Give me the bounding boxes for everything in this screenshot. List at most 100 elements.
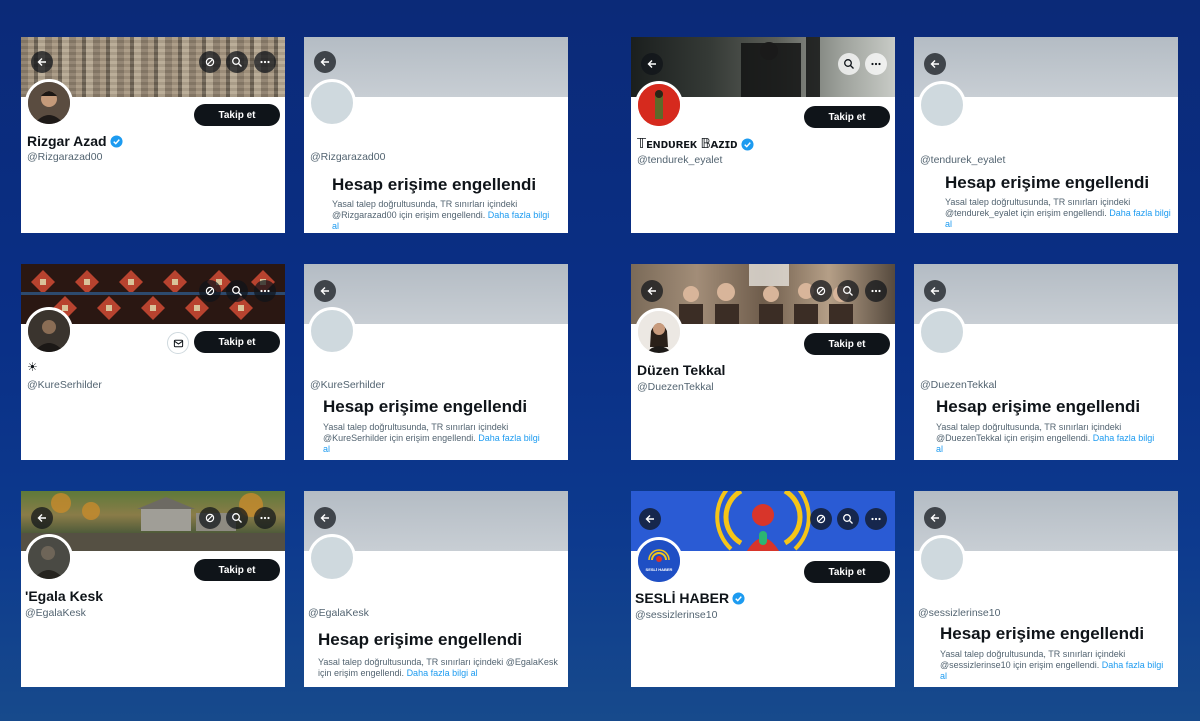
message-icon[interactable] bbox=[167, 332, 189, 354]
profile-card-duezen-tekkal: Takip et Düzen Tekkal @DuezenTekkal bbox=[631, 264, 895, 460]
profile-name: ☀ bbox=[27, 360, 38, 374]
profile-card-egala-kesk: Takip et 'Egala Kesk @EgalaKesk bbox=[21, 491, 285, 687]
blocked-card: @EgalaKesk Hesap erişime engellendi Yasa… bbox=[304, 491, 568, 687]
profile-handle: @KureSerhilder bbox=[27, 379, 102, 391]
back-arrow-icon[interactable] bbox=[641, 53, 663, 75]
search-icon[interactable] bbox=[838, 53, 860, 75]
blocked-title: Hesap erişime engellendi bbox=[940, 624, 1145, 643]
profile-handle: @EgalaKesk bbox=[308, 607, 369, 619]
follow-button[interactable]: Takip et bbox=[194, 104, 280, 126]
grok-icon[interactable] bbox=[199, 507, 221, 529]
avatar[interactable] bbox=[25, 307, 73, 355]
more-icon[interactable] bbox=[254, 280, 276, 302]
back-arrow-icon[interactable] bbox=[314, 51, 336, 73]
search-icon[interactable] bbox=[837, 508, 859, 530]
blocked-message: Yasal talep doğrultusunda, TR sınırları … bbox=[323, 422, 549, 455]
verified-badge-icon bbox=[110, 134, 123, 148]
back-arrow-icon[interactable] bbox=[639, 508, 661, 530]
grok-icon[interactable] bbox=[199, 51, 221, 73]
display-name: 'Egala Kesk bbox=[25, 588, 104, 604]
avatar[interactable]: SESLİ HABER bbox=[635, 537, 683, 585]
blocked-text: Yasal talep doğrultusunda, TR sınırları … bbox=[945, 197, 1131, 218]
profile-handle: @sessizlerinse10 bbox=[918, 607, 1001, 619]
blocked-title: Hesap erişime engellendi bbox=[323, 397, 528, 416]
back-arrow-icon[interactable] bbox=[31, 507, 53, 529]
avatar[interactable] bbox=[25, 79, 73, 127]
blocked-message: Yasal talep doğrultusunda, TR sınırları … bbox=[945, 197, 1171, 230]
follow-button[interactable]: Takip et bbox=[194, 331, 280, 353]
back-arrow-icon[interactable] bbox=[924, 53, 946, 75]
grok-icon[interactable] bbox=[810, 280, 832, 302]
profile-card-kureserhilder: Takip et ☀ @KureSerhilder bbox=[21, 264, 285, 460]
profile-handle: @tendurek_eyalet bbox=[637, 154, 723, 166]
display-name: Rizgar Azad bbox=[27, 133, 107, 149]
blocked-title: Hesap erişime engellendi bbox=[318, 630, 523, 649]
blocked-card: @DuezenTekkal Hesap erişime engellendi Y… bbox=[914, 264, 1178, 460]
display-name: SESLİ HABER bbox=[635, 590, 730, 606]
follow-button[interactable]: Takip et bbox=[804, 106, 890, 128]
back-arrow-icon[interactable] bbox=[641, 280, 663, 302]
profile-name: 𝕋ᴇɴᴅᴜʀᴇᴋ 𝔹ᴀᴢɪᴅ bbox=[637, 136, 754, 152]
profile-name: Rizgar Azad bbox=[27, 133, 123, 149]
grok-icon[interactable] bbox=[810, 508, 832, 530]
search-icon[interactable] bbox=[226, 51, 248, 73]
avatar[interactable] bbox=[25, 534, 73, 582]
profile-card-sesli-haber: SESLİ HABER Takip et SESLİ HABER @sessiz… bbox=[631, 491, 895, 687]
blocked-card: @Rizgarazad00 Hesap erişime engellendi Y… bbox=[304, 37, 568, 233]
more-icon[interactable] bbox=[865, 280, 887, 302]
blocked-message: Yasal talep doğrultusunda, TR sınırları … bbox=[318, 657, 558, 679]
display-name: ☀ bbox=[27, 360, 38, 374]
profile-card-tendurek: Takip et 𝕋ᴇɴᴅᴜʀᴇᴋ 𝔹ᴀᴢɪᴅ @tendurek_eyalet bbox=[631, 37, 895, 233]
follow-button[interactable]: Takip et bbox=[804, 333, 890, 355]
display-name: 𝕋ᴇɴᴅᴜʀᴇᴋ 𝔹ᴀᴢɪᴅ bbox=[637, 136, 738, 151]
blocked-card: @KureSerhilder Hesap erişime engellendi … bbox=[304, 264, 568, 460]
profile-name: Düzen Tekkal bbox=[637, 362, 725, 378]
profile-name: SESLİ HABER bbox=[635, 590, 745, 606]
follow-button[interactable]: Takip et bbox=[804, 561, 890, 583]
blocked-card: @tendurek_eyalet Hesap erişime engellend… bbox=[914, 37, 1178, 233]
back-arrow-icon[interactable] bbox=[924, 507, 946, 529]
blocked-message: Yasal talep doğrultusunda, TR sınırları … bbox=[332, 199, 558, 232]
profile-handle: @KureSerhilder bbox=[310, 379, 385, 391]
blank-avatar bbox=[918, 81, 966, 129]
search-icon[interactable] bbox=[226, 280, 248, 302]
blocked-message: Yasal talep doğrultusunda, TR sınırları … bbox=[940, 649, 1166, 682]
more-icon[interactable] bbox=[865, 508, 887, 530]
blocked-title: Hesap erişime engellendi bbox=[945, 173, 1150, 192]
search-icon[interactable] bbox=[837, 280, 859, 302]
grok-icon[interactable] bbox=[199, 280, 221, 302]
blank-avatar bbox=[308, 79, 356, 127]
profile-handle: @EgalaKesk bbox=[25, 607, 86, 619]
profile-handle: @Rizgarazad00 bbox=[310, 151, 386, 163]
back-arrow-icon[interactable] bbox=[314, 507, 336, 529]
blocked-card: @sessizlerinse10 Hesap erişime engellend… bbox=[914, 491, 1178, 687]
more-icon[interactable] bbox=[254, 51, 276, 73]
profile-card-rizgar-azad: Takip et Rizgar Azad @Rizgarazad00 bbox=[21, 37, 285, 233]
back-arrow-icon[interactable] bbox=[31, 51, 53, 73]
blocked-message: Yasal talep doğrultusunda, TR sınırları … bbox=[936, 422, 1162, 455]
blank-avatar bbox=[918, 308, 966, 356]
verified-badge-icon bbox=[732, 591, 745, 605]
back-arrow-icon[interactable] bbox=[314, 280, 336, 302]
blocked-title: Hesap erişime engellendi bbox=[936, 397, 1141, 416]
profile-handle: @sessizlerinse10 bbox=[635, 609, 718, 621]
profile-name: 'Egala Kesk bbox=[25, 588, 103, 604]
profile-handle: @DuezenTekkal bbox=[637, 381, 714, 393]
follow-button[interactable]: Takip et bbox=[194, 559, 280, 581]
profile-handle: @DuezenTekkal bbox=[920, 379, 997, 391]
avatar[interactable] bbox=[635, 81, 683, 129]
avatar[interactable] bbox=[635, 308, 683, 356]
blank-avatar bbox=[308, 534, 356, 582]
profile-handle: @tendurek_eyalet bbox=[920, 154, 1006, 166]
blocked-title: Hesap erişime engellendi bbox=[332, 175, 537, 194]
display-name: Düzen Tekkal bbox=[637, 362, 726, 378]
search-icon[interactable] bbox=[226, 507, 248, 529]
more-icon[interactable] bbox=[865, 53, 887, 75]
more-icon[interactable] bbox=[254, 507, 276, 529]
verified-badge-icon bbox=[740, 137, 754, 151]
back-arrow-icon[interactable] bbox=[924, 280, 946, 302]
profile-handle: @Rizgarazad00 bbox=[27, 151, 103, 163]
learn-more-link[interactable]: Daha fazla bilgi al bbox=[407, 668, 478, 678]
blank-avatar bbox=[918, 535, 966, 583]
blocked-text: Yasal talep doğrultusunda, TR sınırları … bbox=[940, 649, 1126, 670]
